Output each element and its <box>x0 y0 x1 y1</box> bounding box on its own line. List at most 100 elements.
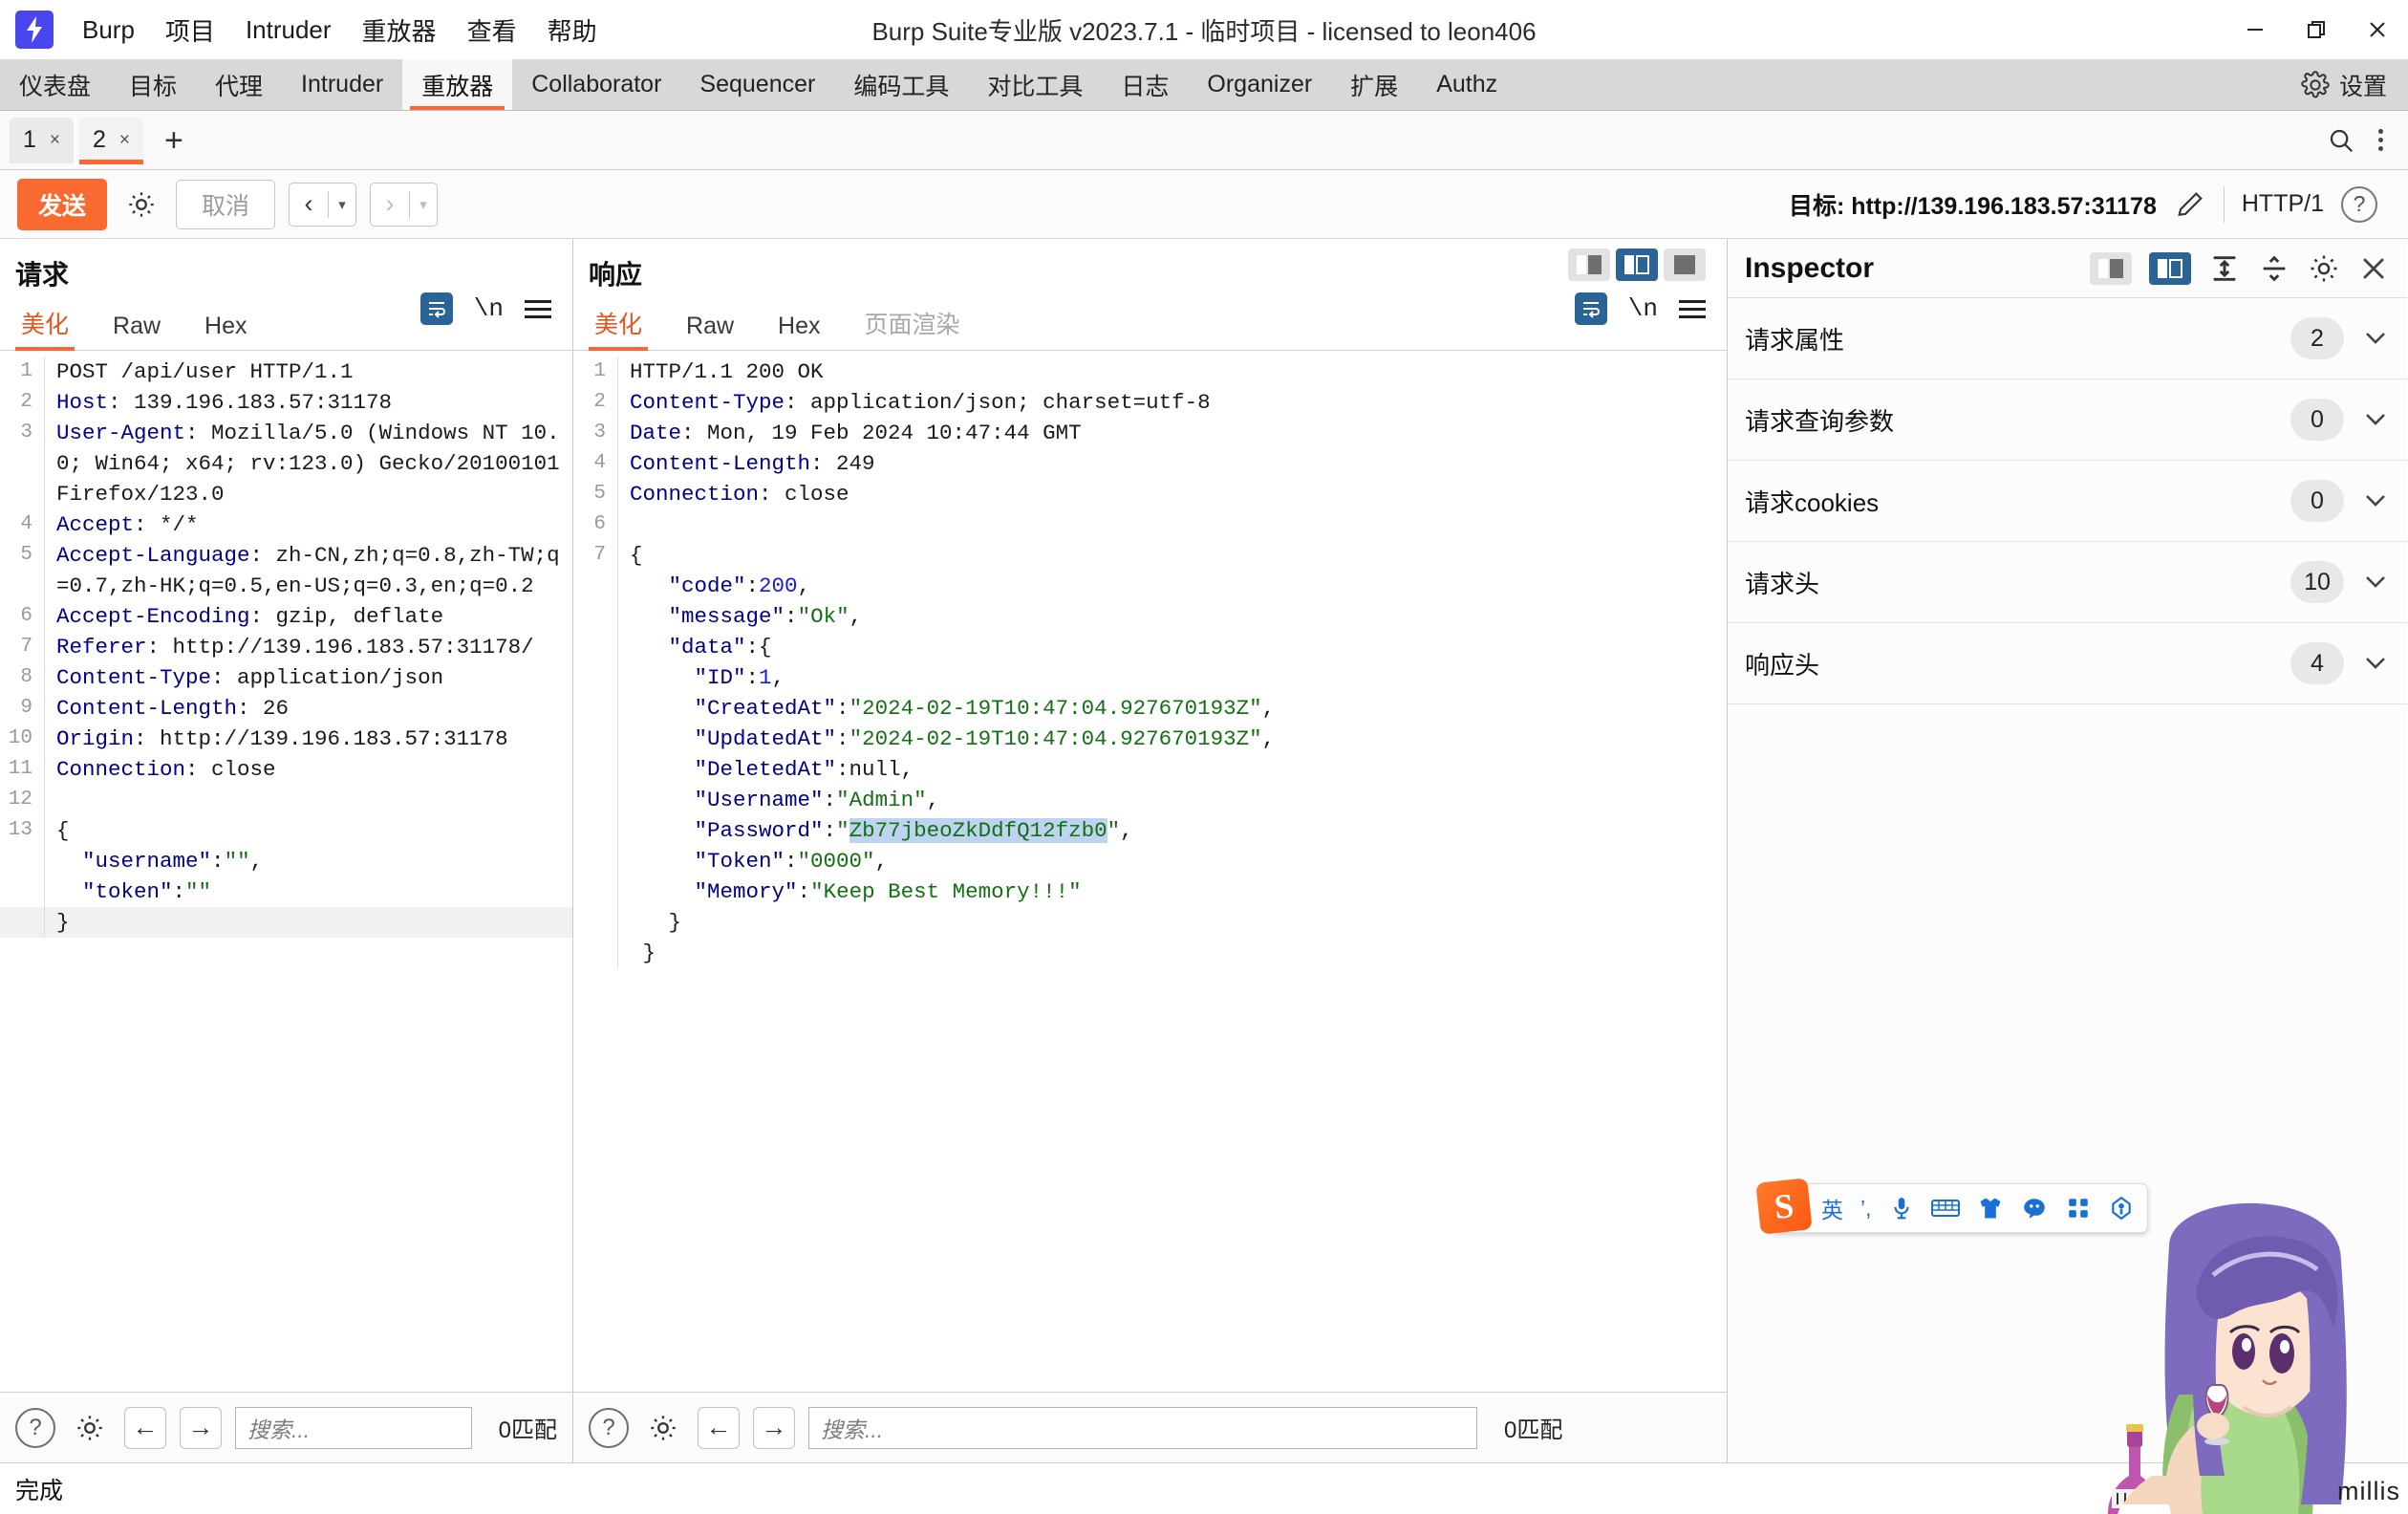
line-content[interactable]: "username":"", <box>44 846 572 876</box>
tab-extensions[interactable]: 扩展 <box>1331 59 1417 110</box>
response-search-next-button[interactable]: → <box>753 1406 795 1449</box>
line-content[interactable]: Referer: http://139.196.183.57:31178/ <box>44 632 572 662</box>
repeater-tab-1[interactable]: 1 × <box>10 117 75 163</box>
minimize-button[interactable] <box>2225 3 2286 56</box>
request-search-prev-button[interactable]: ← <box>124 1406 166 1449</box>
layout-horizontal-split-button[interactable] <box>1616 249 1658 281</box>
line-content[interactable]: "Token":"0000", <box>617 846 1727 876</box>
line-content[interactable]: "ID":1, <box>617 662 1727 693</box>
tab-repeater[interactable]: 重放器 <box>402 59 513 110</box>
response-search-prev-button[interactable]: ← <box>698 1406 740 1449</box>
previous-request-button[interactable]: ‹ ▾ <box>289 182 357 227</box>
chevron-down-icon[interactable]: ▾ <box>329 184 355 226</box>
chevron-down-icon[interactable] <box>2361 487 2390 514</box>
emoji-icon[interactable] <box>2021 1196 2048 1221</box>
line-content[interactable]: POST /api/user HTTP/1.1 <box>44 357 572 387</box>
line-content[interactable]: "Password":"Zb77jbeoZkDdfQ12fzb0", <box>617 815 1727 846</box>
chevron-down-icon[interactable]: ▾ <box>410 184 437 226</box>
add-tab-button[interactable]: + <box>149 124 199 157</box>
word-wrap-toggle-icon[interactable] <box>419 292 453 325</box>
tab-authz[interactable]: Authz <box>1417 59 1516 110</box>
response-tab-raw[interactable]: Raw <box>680 307 755 350</box>
inspector-section-row[interactable]: 请求cookies 0 <box>1728 461 2407 542</box>
tools-icon[interactable] <box>2109 1195 2134 1222</box>
line-content[interactable]: { <box>44 815 572 846</box>
line-content[interactable]: HTTP/1.1 200 OK <box>617 357 1727 387</box>
inspector-dock-right-button[interactable] <box>2149 251 2191 285</box>
menu-item-view[interactable]: 查看 <box>452 9 532 52</box>
ime-language-mode[interactable]: 英 <box>1821 1192 1843 1224</box>
line-content[interactable]: Connection: close <box>44 754 572 785</box>
line-content[interactable]: } <box>617 907 1727 938</box>
send-button[interactable]: 发送 <box>17 178 108 230</box>
next-request-button[interactable]: › ▾ <box>370 182 439 227</box>
response-tab-render[interactable]: 页面渲染 <box>859 300 981 350</box>
help-icon[interactable]: ? <box>15 1407 55 1448</box>
keyboard-icon[interactable] <box>1930 1196 1960 1221</box>
ime-punctuation-mode[interactable]: ’, <box>1860 1196 1872 1222</box>
line-content[interactable]: "code":200, <box>617 571 1727 601</box>
help-icon[interactable]: ? <box>589 1407 629 1448</box>
menu-item-burp[interactable]: Burp <box>67 11 150 49</box>
tab-target[interactable]: 目标 <box>110 59 196 110</box>
line-content[interactable]: "Memory":"Keep Best Memory!!!" <box>617 876 1727 907</box>
line-content[interactable]: } <box>617 938 1727 968</box>
chevron-down-icon[interactable] <box>2361 406 2390 433</box>
tab-proxy[interactable]: 代理 <box>196 59 282 110</box>
expand-all-icon[interactable] <box>2208 252 2241 285</box>
request-search-settings-button[interactable] <box>69 1407 111 1449</box>
response-menu-icon[interactable] <box>1679 299 1706 318</box>
tab-sequencer[interactable]: Sequencer <box>680 59 834 110</box>
inspector-section-row[interactable]: 请求查询参数 0 <box>1728 379 2407 461</box>
request-search-next-button[interactable]: → <box>180 1406 222 1449</box>
line-content[interactable]: "DeletedAt":null, <box>617 754 1727 785</box>
help-icon[interactable]: ? <box>2341 185 2377 223</box>
menu-item-repeater[interactable]: 重放器 <box>347 9 452 52</box>
line-content[interactable]: Content-Type: application/json <box>44 662 572 693</box>
line-content[interactable]: Accept-Encoding: gzip, deflate <box>44 601 572 632</box>
chevron-down-icon[interactable] <box>2361 569 2390 595</box>
inspector-dock-left-button[interactable] <box>2090 251 2132 285</box>
line-content[interactable]: Content-Length: 249 <box>617 448 1727 479</box>
chevron-down-icon[interactable] <box>2361 650 2390 677</box>
line-content[interactable]: "UpdatedAt":"2024-02-19T10:47:04.9276701… <box>617 724 1727 754</box>
maximize-button[interactable] <box>2286 3 2347 56</box>
cancel-button[interactable]: 取消 <box>176 179 276 229</box>
close-icon[interactable]: × <box>119 130 130 151</box>
menu-item-intruder[interactable]: Intruder <box>230 11 347 49</box>
line-content[interactable]: "CreatedAt":"2024-02-19T10:47:04.9276701… <box>617 693 1727 724</box>
more-options-icon[interactable] <box>2378 129 2383 151</box>
line-content[interactable]: "Username":"Admin", <box>617 785 1727 815</box>
line-content[interactable]: "message":"Ok", <box>617 601 1727 632</box>
tab-dashboard[interactable]: 仪表盘 <box>0 59 110 110</box>
microphone-icon[interactable] <box>1889 1195 1914 1222</box>
request-tab-raw[interactable]: Raw <box>107 307 182 350</box>
line-content[interactable]: "data":{ <box>617 632 1727 662</box>
menu-item-project[interactable]: 项目 <box>150 9 230 52</box>
line-content[interactable] <box>44 785 572 815</box>
line-content[interactable]: { <box>617 540 1727 571</box>
tab-comparer[interactable]: 对比工具 <box>968 59 1102 110</box>
line-content[interactable]: Connection: close <box>617 479 1727 509</box>
line-content[interactable]: } <box>44 907 572 938</box>
tab-collaborator[interactable]: Collaborator <box>512 59 680 110</box>
request-menu-icon[interactable] <box>525 299 551 318</box>
gear-icon[interactable] <box>2308 252 2340 285</box>
line-content[interactable]: User-Agent: Mozilla/5.0 (Windows NT 10.0… <box>44 418 572 509</box>
inspector-section-row[interactable]: 响应头 4 <box>1728 623 2407 704</box>
line-content[interactable]: Accept: */* <box>44 509 572 540</box>
line-content[interactable]: Content-Type: application/json; charset=… <box>617 387 1727 418</box>
newline-toggle-icon[interactable]: \n <box>474 294 504 323</box>
http-version-selector[interactable]: HTTP/1 <box>2242 190 2324 218</box>
skin-icon[interactable] <box>1977 1195 2004 1222</box>
inspector-section-row[interactable]: 请求属性 2 <box>1728 298 2407 379</box>
response-tab-pretty[interactable]: 美化 <box>589 300 663 351</box>
response-search-input[interactable]: 搜索... <box>808 1406 1477 1449</box>
line-content[interactable]: "token":"" <box>44 876 572 907</box>
request-tab-pretty[interactable]: 美化 <box>15 300 90 351</box>
request-search-input[interactable]: 搜索... <box>235 1406 472 1449</box>
request-editor[interactable]: 1 POST /api/user HTTP/1.1 2 Host: 139.196.1… <box>0 351 572 1392</box>
sogou-logo-icon[interactable]: S <box>1755 1178 1813 1235</box>
line-content[interactable] <box>617 509 1727 540</box>
response-editor[interactable]: 1 HTTP/1.1 200 OK 2 Content-Type: applicati… <box>573 351 1727 1392</box>
